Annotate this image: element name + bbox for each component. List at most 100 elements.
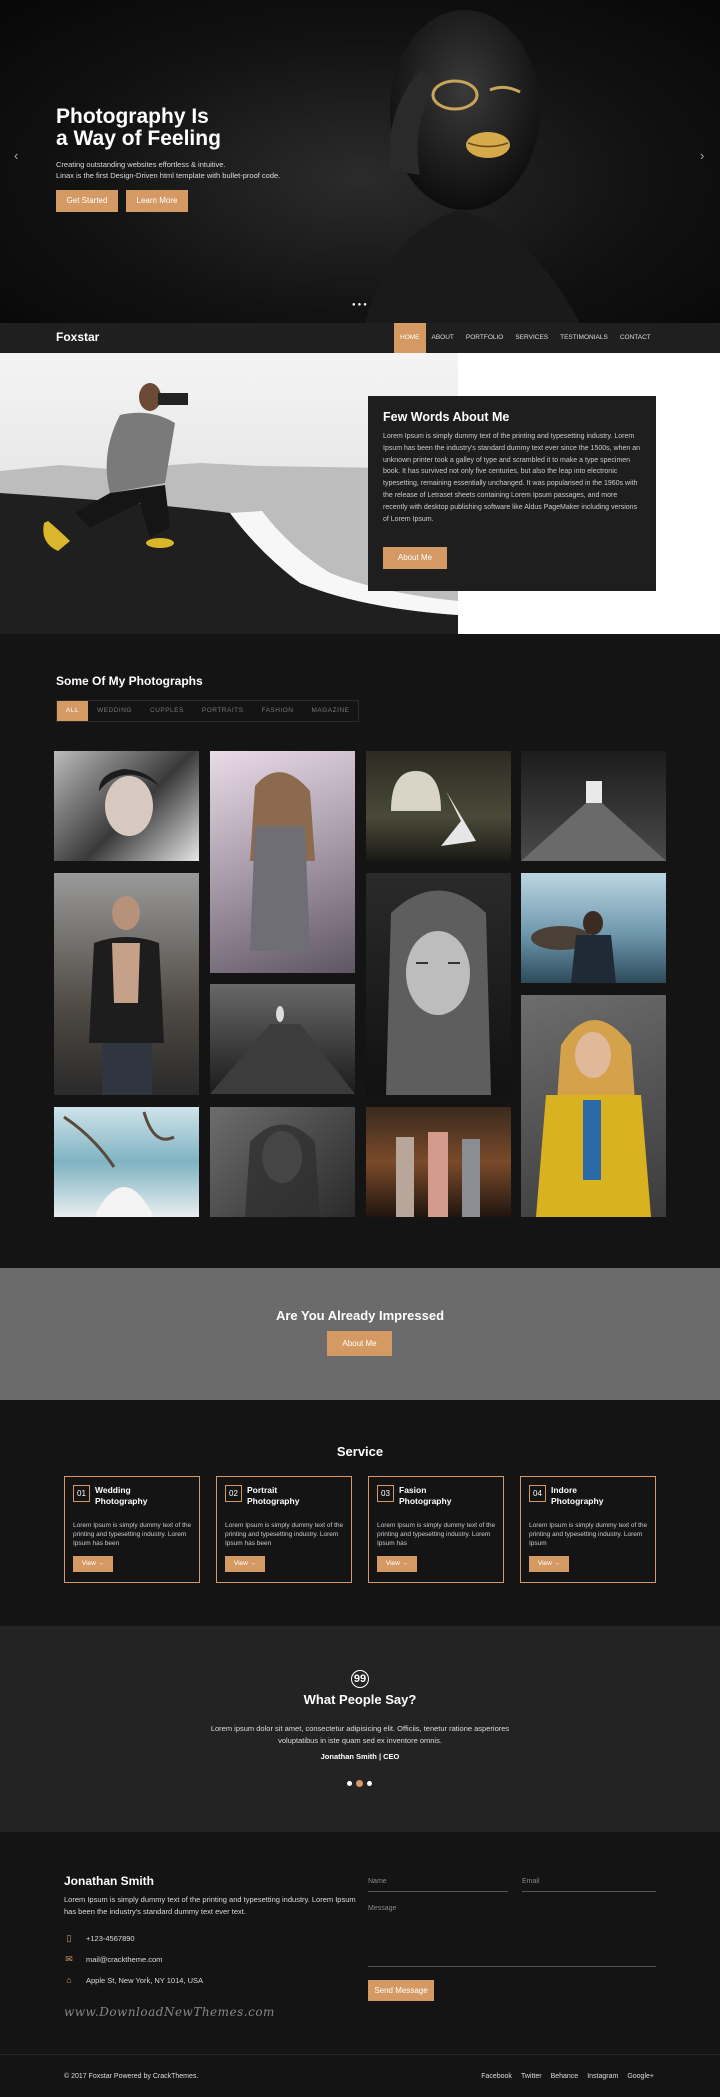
- gallery-filter-bar: ALL WEDDING CUPPLES PORTRAITS FASHION MA…: [56, 700, 360, 722]
- gallery-photo[interactable]: [54, 873, 199, 1095]
- service-card-portrait: 02 Portrait Photography Lorem Ipsum is si…: [216, 1476, 352, 1583]
- cta-about-me-button[interactable]: About Me: [327, 1331, 392, 1356]
- gallery-photo[interactable]: [366, 873, 511, 1095]
- copyright-text: © 2017 Foxstar Powered by CrackThemes.: [64, 2073, 199, 2080]
- testimonial-author: Jonathan Smith | CEO: [320, 1752, 400, 1761]
- footer: © 2017 Foxstar Powered by CrackThemes. F…: [0, 2054, 720, 2097]
- filter-magazine[interactable]: MAGAZINE: [303, 701, 359, 721]
- next-slide-arrow-icon[interactable]: ›: [700, 148, 704, 163]
- social-link-facebook[interactable]: Facebook: [481, 2073, 512, 2080]
- service-title-line1: Indore: [551, 1485, 577, 1495]
- service-view-button[interactable]: View →: [225, 1556, 265, 1572]
- service-title-line2: Photography: [399, 1496, 452, 1506]
- social-link-instagram[interactable]: Instagram: [587, 2073, 618, 2080]
- gallery-section: Some Of My Photographs ALL WEDDING CUPPL…: [0, 634, 720, 1268]
- location-icon: ⌂: [66, 1975, 72, 1985]
- hero-title-line2: a Way of Feeling: [56, 127, 221, 150]
- slider-dots[interactable]: ●●●: [352, 302, 369, 308]
- service-title-line1: Wedding: [95, 1485, 131, 1495]
- contact-email: ✉ mail@cracktheme.com: [64, 1954, 162, 1965]
- message-textarea[interactable]: Message: [368, 1905, 656, 1967]
- contact-section: Jonathan Smith Lorem Ipsum is simply dum…: [0, 1832, 720, 2054]
- about-card: Few Words About Me Lorem Ipsum is simply…: [368, 396, 656, 591]
- social-link-behance[interactable]: Behance: [551, 2073, 579, 2080]
- service-card-title: Portrait Photography: [247, 1485, 347, 1507]
- service-title-line1: Portrait: [247, 1485, 278, 1495]
- service-card-title: Wedding Photography: [95, 1485, 195, 1507]
- social-link-twitter[interactable]: Twitter: [521, 2073, 542, 2080]
- service-section: Service 01 Wedding Photography Lorem Ipsu…: [0, 1400, 720, 1626]
- gallery-photo[interactable]: [366, 751, 511, 861]
- filter-all[interactable]: ALL: [57, 701, 89, 721]
- get-started-button[interactable]: Get Started: [56, 190, 118, 212]
- gallery-photo[interactable]: [210, 1107, 355, 1217]
- quote-icon: 99: [351, 1670, 369, 1688]
- service-card-text: Lorem Ipsum is simply dummy text of the …: [529, 1522, 648, 1547]
- gallery-photo[interactable]: [210, 984, 355, 1094]
- nav-menu: HOME ABOUT PORTFOLIO SERVICES TESTIMONIA…: [394, 323, 657, 353]
- nav-item-contact[interactable]: CONTACT: [614, 323, 657, 353]
- pager-dot[interactable]: [347, 1781, 352, 1786]
- gallery-photo[interactable]: [54, 751, 199, 861]
- cta-band: Are You Already Impressed About Me: [0, 1268, 720, 1400]
- service-view-button[interactable]: View →: [73, 1556, 113, 1572]
- testimonial-section: 99 What People Say? Lorem ipsum dolor si…: [0, 1626, 720, 1832]
- filter-fashion[interactable]: FASHION: [252, 701, 302, 721]
- phone-text: +123-4567890: [86, 1934, 135, 1943]
- cta-title: Are You Already Impressed: [275, 1308, 445, 1323]
- testimonial-text: Lorem ipsum dolor sit amet, consectetur …: [210, 1724, 510, 1745]
- nav-item-about[interactable]: ABOUT: [426, 323, 460, 353]
- service-card-title: Indore Photography: [551, 1485, 651, 1507]
- about-section: Few Words About Me Lorem Ipsum is simply…: [0, 353, 720, 634]
- watermark-text: www.DownloadNewThemes.com: [64, 2005, 275, 2019]
- hero-subtitle-line1: Creating outstanding websites effortless…: [56, 160, 226, 169]
- service-card-fasion: 03 Fasion Photography Lorem Ipsum is simp…: [368, 1476, 504, 1583]
- nav-item-testimonials[interactable]: TESTIMONIALS: [554, 323, 614, 353]
- filter-portraits[interactable]: PORTRAITS: [193, 701, 253, 721]
- service-view-button[interactable]: View →: [529, 1556, 569, 1572]
- service-title-line1: Fasion: [399, 1485, 427, 1495]
- gallery-photo[interactable]: [521, 873, 666, 983]
- name-input[interactable]: Name: [368, 1878, 508, 1892]
- about-me-button[interactable]: About Me: [383, 547, 447, 569]
- hero-subtitle: Creating outstanding websites effortless…: [56, 159, 356, 181]
- nav-item-home[interactable]: HOME: [394, 323, 426, 353]
- hero-subtitle-line2: Linax is the first Design-Driven html te…: [56, 171, 281, 180]
- service-card-indore: 04 Indore Photography Lorem Ipsum is simp…: [520, 1476, 656, 1583]
- service-title: Service: [336, 1444, 384, 1459]
- testimonial-pager: [347, 1780, 372, 1787]
- filter-cupples[interactable]: CUPPLES: [141, 701, 193, 721]
- prev-slide-arrow-icon[interactable]: ‹: [14, 148, 18, 163]
- nav-item-portfolio[interactable]: PORTFOLIO: [460, 323, 509, 353]
- service-card-title: Fasion Photography: [399, 1485, 499, 1507]
- service-number: 02: [225, 1485, 242, 1502]
- service-card-text: Lorem Ipsum is simply dummy text of the …: [73, 1522, 192, 1547]
- pager-dot[interactable]: [367, 1781, 372, 1786]
- service-card-text: Lorem Ipsum is simply dummy text of the …: [225, 1522, 344, 1547]
- gallery-photo[interactable]: [54, 1107, 199, 1217]
- email-input[interactable]: Email: [522, 1878, 656, 1892]
- service-card-wedding: 01 Wedding Photography Lorem Ipsum is sim…: [64, 1476, 200, 1583]
- learn-more-button[interactable]: Learn More: [126, 190, 188, 212]
- testimonial-title: What People Say?: [303, 1692, 417, 1707]
- gallery-photo[interactable]: [521, 995, 666, 1217]
- pager-dot-active[interactable]: [356, 1780, 363, 1787]
- gallery-photo[interactable]: [210, 751, 355, 973]
- filter-wedding[interactable]: WEDDING: [88, 701, 141, 721]
- mail-icon: ✉: [65, 1954, 73, 1964]
- gallery-title: Some Of My Photographs: [56, 674, 203, 688]
- address-text: Apple St, New York, NY 1014, USA: [86, 1975, 204, 1985]
- site-logo[interactable]: Foxstar: [56, 330, 99, 344]
- social-link-googleplus[interactable]: Google+: [627, 2073, 654, 2080]
- service-view-button[interactable]: View →: [377, 1556, 417, 1572]
- contact-name: Jonathan Smith: [64, 1874, 155, 1888]
- about-title: Few Words About Me: [383, 410, 510, 424]
- nav-item-services[interactable]: SERVICES: [509, 323, 554, 353]
- gallery-photo[interactable]: [521, 751, 666, 861]
- social-links: Facebook Twitter Behance Instagram Googl…: [481, 2073, 654, 2080]
- about-text: Lorem Ipsum is simply dummy text of the …: [383, 433, 640, 523]
- hero-title-line1: Photography Is: [56, 105, 209, 128]
- service-card-text: Lorem Ipsum is simply dummy text of the …: [377, 1522, 496, 1547]
- send-message-button[interactable]: Send Message: [368, 1980, 434, 2001]
- gallery-photo[interactable]: [366, 1107, 511, 1217]
